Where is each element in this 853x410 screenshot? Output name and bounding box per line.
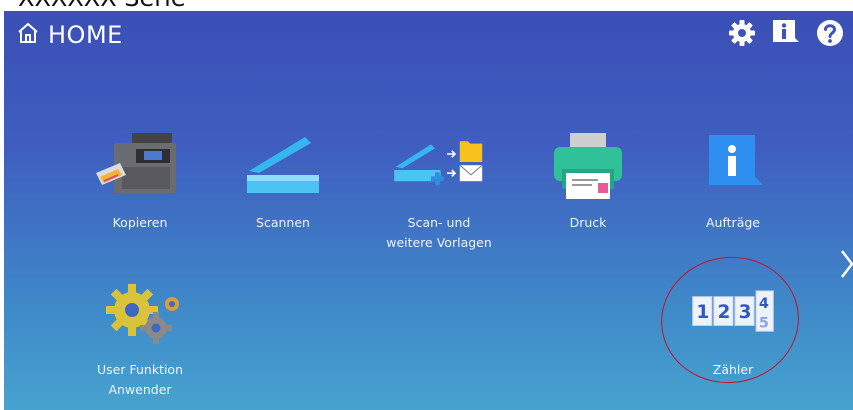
home-label: HOME (48, 21, 123, 49)
printer-icon (540, 129, 636, 203)
scanner-icon (235, 129, 331, 203)
tile-scan-und-weitere-vorlagen[interactable]: Scan- und weitere Vorlagen (369, 129, 509, 250)
tile-auftraege[interactable]: Aufträge (663, 129, 803, 249)
tile-label: Scan- und weitere Vorlagen (386, 215, 492, 250)
home-icon (16, 21, 40, 49)
home-screen: HOME Kopieren Scannen Scan- und weitere … (4, 11, 853, 410)
counter-digit-2: 2 (718, 302, 731, 323)
counter-digit-1: 1 (697, 302, 710, 323)
tile-kopieren[interactable]: Kopieren (70, 129, 210, 249)
scan-templates-icon (391, 129, 487, 203)
help-question-icon[interactable] (815, 18, 845, 48)
gears-icon (92, 276, 188, 350)
info-icon[interactable] (771, 18, 801, 48)
next-page-arrow-icon[interactable] (839, 247, 853, 281)
home-button[interactable]: HOME (16, 17, 123, 53)
tile-scannen[interactable]: Scannen (213, 129, 353, 249)
tile-label: Kopieren (112, 215, 168, 230)
copier-icon (92, 129, 188, 203)
tile-label: User Funktion Anwender (97, 362, 183, 397)
counter-digit-3: 3 (739, 302, 752, 323)
tile-user-funktion[interactable]: User Funktion Anwender (70, 276, 210, 397)
top-toolbar (727, 18, 845, 48)
tile-zaehler[interactable]: 1 2 3 4 5 Zähler (663, 276, 803, 396)
counter-digit-4: 4 (759, 296, 769, 312)
counter-icon: 1 2 3 4 5 (685, 276, 781, 350)
counter-digit-5: 5 (759, 315, 769, 331)
jobs-info-icon (685, 129, 781, 203)
tile-label: Aufträge (706, 215, 760, 230)
tile-druck[interactable]: Druck (518, 129, 658, 249)
settings-gear-icon[interactable] (727, 18, 757, 48)
tile-label: Druck (569, 215, 607, 230)
tile-label: Scannen (256, 215, 310, 230)
tile-label: Zähler (712, 362, 754, 377)
